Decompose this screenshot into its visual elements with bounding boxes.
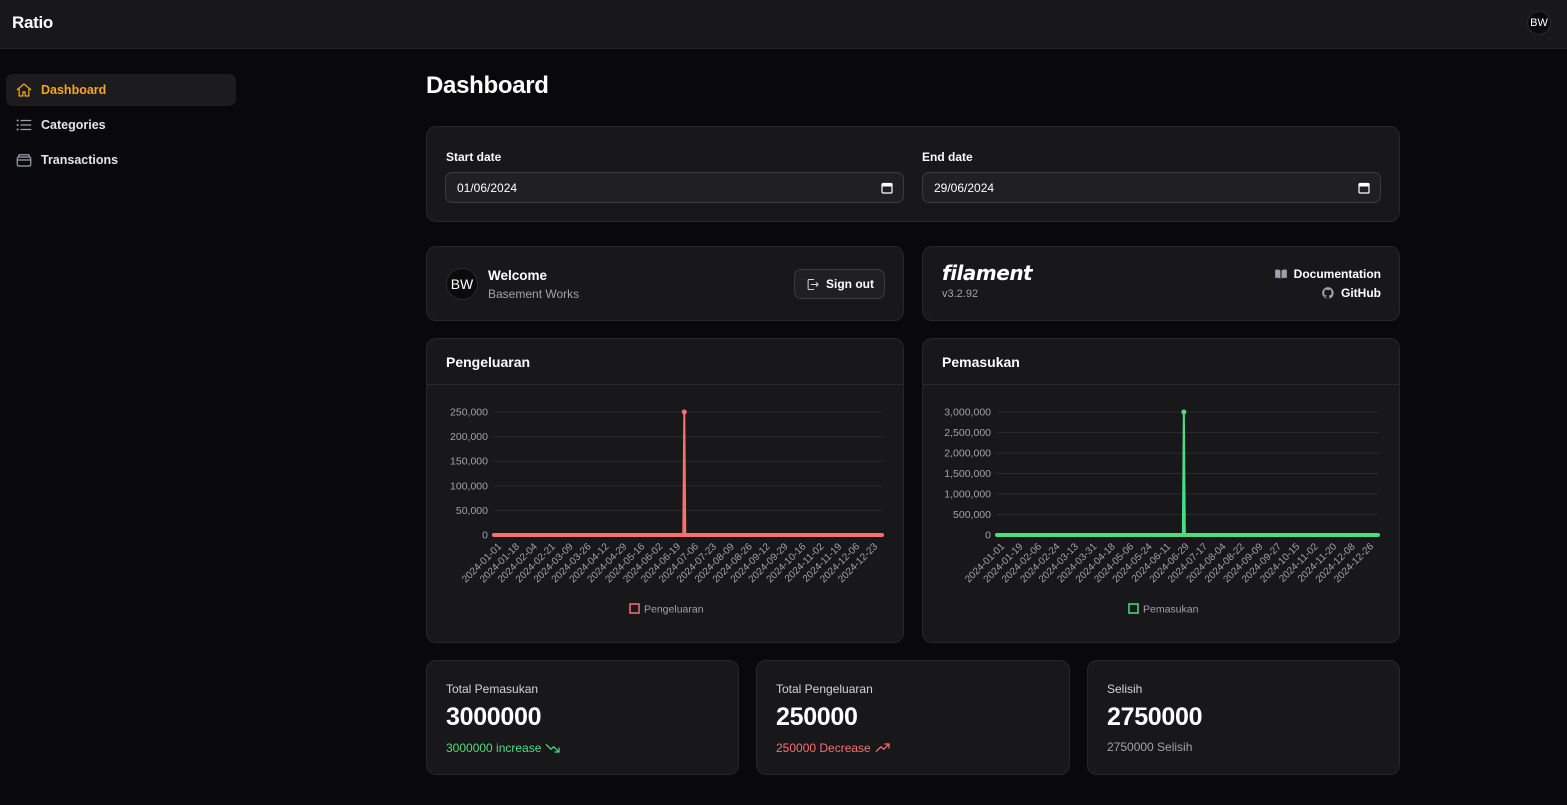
y-tick-label: 0 [985,530,991,542]
list-icon [14,116,33,135]
y-tick-label: 1,500,000 [944,468,991,480]
series-line [494,411,882,536]
start-date-label: Start date [446,150,502,164]
github-link[interactable]: GitHub [1321,286,1381,300]
welcome-avatar: BW [446,268,478,300]
wallet-icon [14,151,33,170]
start-date-value: 01/06/2024 [457,180,518,195]
legend-label: Pemasukan [1143,604,1199,616]
stat-description: 2750000 Selisih [1107,740,1192,754]
stat-description: 3000000 increase [446,740,561,756]
sidebar-item-transactions[interactable]: Transactions [6,144,236,176]
income-chart: 0 500,000 1,000,000 1,500,000 2,000,000 2,500… [944,407,1380,616]
stat-value: 3000000 [446,703,542,731]
y-tick-label: 1,000,000 [944,489,991,501]
stat-description-text: 3000000 increase [446,741,542,755]
stat-value: 2750000 [1107,703,1203,731]
calendar-icon[interactable] [881,182,893,194]
stat-description-text: 250000 Decrease [776,741,871,755]
y-tick-label: 2,500,000 [944,427,991,439]
stat-total-expense: Total Pengeluaran 250000 250000 Decrease [756,660,1070,775]
y-tick-label: 0 [482,530,488,542]
y-tick-label: 2,000,000 [944,448,991,460]
y-tick-label: 150,000 [450,456,488,468]
github-label: GitHub [1341,286,1381,300]
sidebar-item-categories[interactable]: Categories [6,109,236,141]
y-tick-label: 200,000 [450,431,488,443]
account-widget: BW Welcome Basement Works Sign out [426,246,904,321]
expense-chart-title: Pengeluaran [446,354,531,370]
sidebar-item-dashboard[interactable]: Dashboard [6,74,236,106]
legend-label: Pengeluaran [644,604,704,616]
legend-swatch [629,603,640,614]
welcome-subtitle: Basement Works [488,287,580,301]
sign-out-button[interactable]: Sign out [794,269,885,299]
book-icon [1274,269,1287,279]
stat-label: Total Pemasukan [446,682,539,696]
welcome-title: Welcome [488,268,548,283]
calendar-icon[interactable] [1358,182,1370,194]
end-date-label: End date [922,150,973,164]
date-filter-card: Start date 01/06/2024 End date 29/06/202… [426,126,1400,222]
documentation-link[interactable]: Documentation [1274,267,1381,281]
brand-logo[interactable]: Ratio [12,13,53,33]
legend-swatch [1128,603,1139,614]
home-icon [14,81,33,100]
y-tick-label: 100,000 [450,480,488,492]
end-date-value: 29/06/2024 [934,180,995,195]
stat-total-income: Total Pemasukan 3000000 3000000 increase [426,660,739,775]
start-date-input[interactable]: 01/06/2024 [445,172,904,203]
user-avatar[interactable]: BW [1527,11,1551,35]
expense-chart-card: Pengeluaran 0 50,000 100,000 150,000 200,000… [426,338,904,643]
filament-logo[interactable]: filament [942,261,1033,285]
y-tick-label: 50,000 [456,505,488,517]
logout-icon [807,278,819,290]
stat-description: 250000 Decrease [776,740,891,756]
trending-up-icon [875,743,890,752]
income-chart-title: Pemasukan [942,354,1020,370]
y-tick-label: 500,000 [953,509,991,521]
sign-out-label: Sign out [826,277,874,291]
sidebar-item-label: Dashboard [41,83,107,97]
filament-info-widget: filament v3.2.92 Documentation GitHub [922,246,1400,321]
sidebar: Dashboard Categories Transactions [6,74,236,179]
top-bar: Ratio BW [0,0,1567,49]
expense-chart: 050,000100,000150,000200,000250,0002024-… [450,407,884,616]
peak-point [681,409,687,415]
peak-point [1181,409,1187,415]
sidebar-item-label: Transactions [41,153,119,167]
trending-down-icon [546,744,561,753]
end-date-input[interactable]: 29/06/2024 [922,172,1381,203]
filament-version: v3.2.92 [942,288,979,300]
stat-value: 250000 [776,703,858,731]
stat-label: Selisih [1107,682,1143,696]
stat-label: Total Pengeluaran [776,682,873,696]
y-tick-label: 250,000 [450,407,488,419]
income-chart-card: Pemasukan 0 500,000 1,000,000 1,500,000 2,00… [922,338,1400,643]
stat-description-text: 2750000 Selisih [1107,740,1193,754]
documentation-label: Documentation [1293,267,1381,281]
y-tick-label: 3,000,000 [944,407,991,419]
sidebar-item-label: Categories [41,118,106,132]
stat-difference: Selisih 2750000 2750000 Selisih [1087,660,1400,775]
page-title: Dashboard [426,72,549,99]
github-icon [1322,287,1334,299]
